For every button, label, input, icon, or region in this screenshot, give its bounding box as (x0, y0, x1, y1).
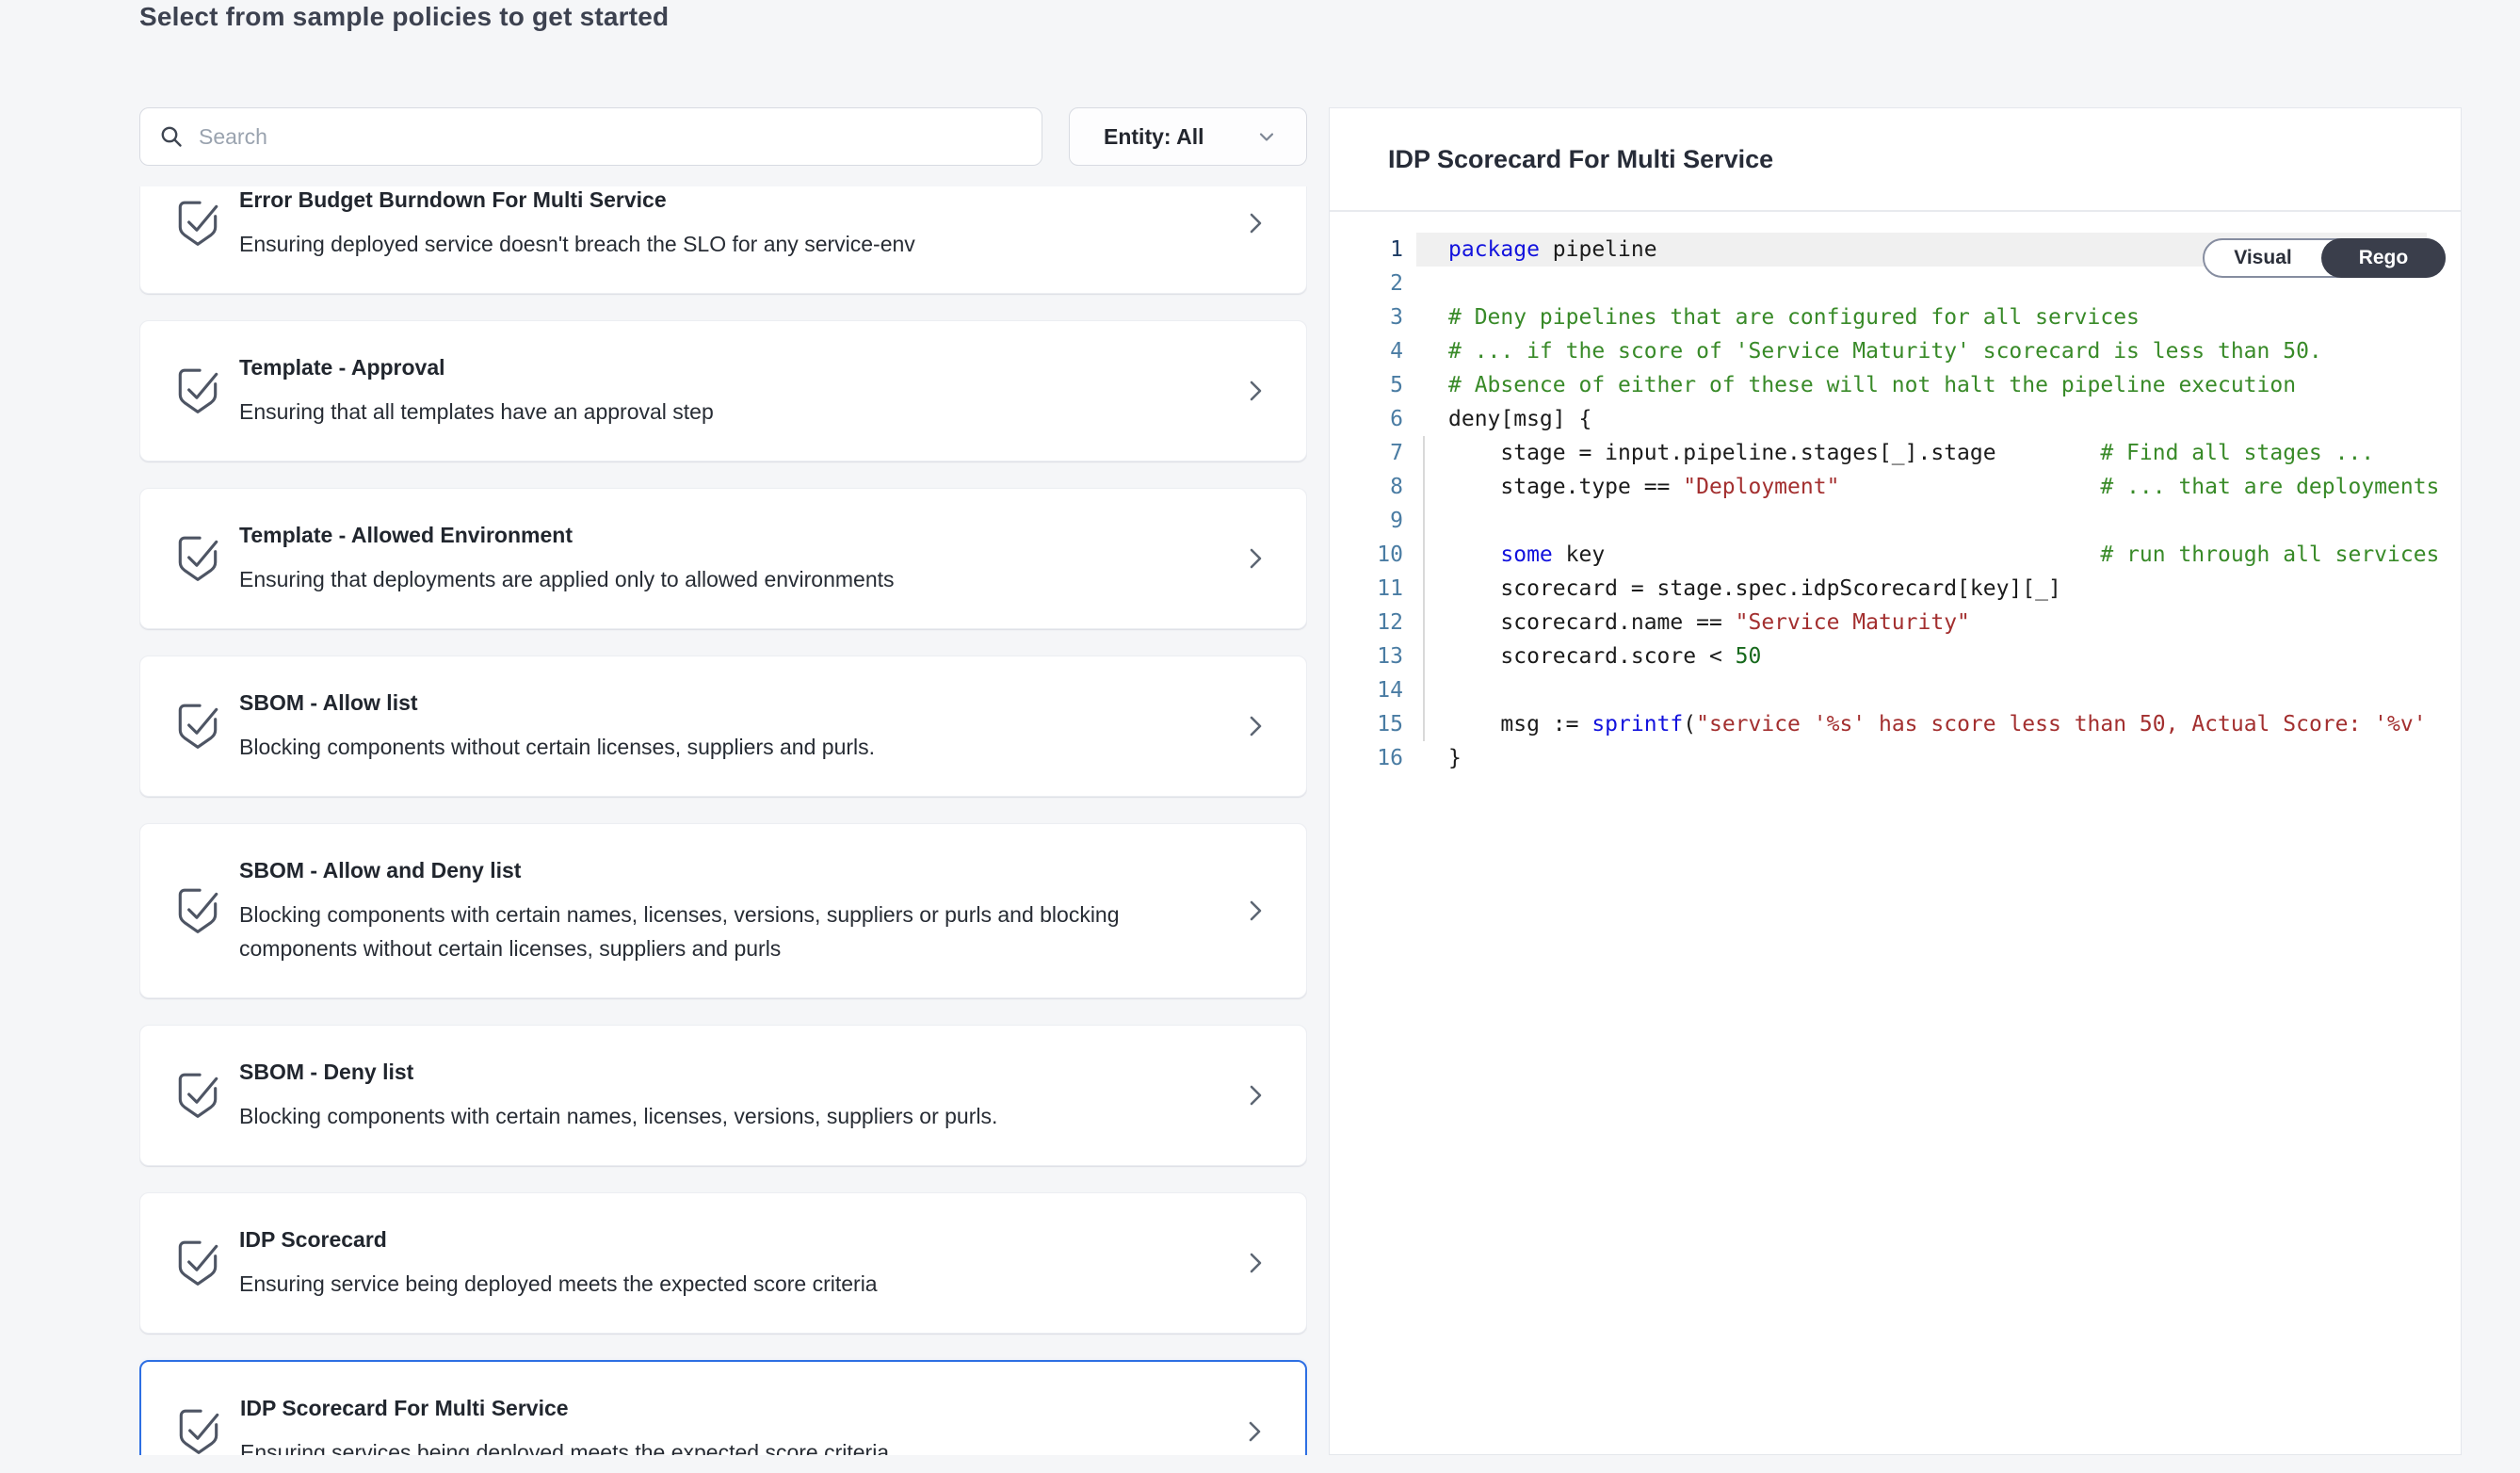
code-line-8: 8 stage.type == "Deployment" # ... that … (1330, 470, 2461, 504)
code-line-12: 12 scorecard.name == "Service Maturity" (1330, 606, 2461, 639)
chevron-right-icon (1243, 1416, 1266, 1447)
line-number: 10 (1330, 538, 1416, 572)
code-line-6: 6deny[msg] { (1330, 402, 2461, 436)
code-line-9: 9 (1330, 504, 2461, 538)
policy-card-3[interactable]: Template - Allowed Environment Ensuring … (139, 488, 1307, 629)
policy-list-column: Entity: All Error Budget Burndown For Mu… (139, 107, 1307, 1455)
rego-code-editor[interactable]: 1package pipeline23# Deny pipelines that… (1330, 212, 2461, 1454)
code-line-3: 3# Deny pipelines that are configured fo… (1330, 300, 2461, 334)
line-number: 8 (1330, 470, 1416, 504)
shield-check-icon (176, 533, 219, 584)
toggle-rego-button[interactable]: Rego (2321, 238, 2446, 278)
policy-card-title: SBOM - Allow list (239, 688, 1221, 717)
chevron-right-icon (1244, 711, 1267, 741)
search-input[interactable] (199, 124, 1023, 150)
code-line-14: 14 (1330, 673, 2461, 707)
policy-card-description: Blocking components with certain names, … (239, 898, 1221, 965)
code-line-4: 4# ... if the score of 'Service Maturity… (1330, 334, 2461, 368)
search-box[interactable] (139, 107, 1042, 166)
policy-list-scroll[interactable]: Error Budget Burndown For Multi Service … (139, 186, 1307, 1455)
code-line-7: 7 stage = input.pipeline.stages[_].stage… (1330, 436, 2461, 470)
policy-card-description: Ensuring deployed service doesn't breach… (239, 227, 1221, 261)
line-number: 11 (1330, 572, 1416, 606)
policy-card-6[interactable]: SBOM - Deny list Blocking components wit… (139, 1025, 1307, 1166)
policy-card-title: SBOM - Deny list (239, 1058, 1221, 1086)
line-number: 14 (1330, 673, 1416, 707)
code-line-11: 11 scorecard = stage.spec.idpScorecard[k… (1330, 572, 2461, 606)
policy-card-description: Blocking components with certain names, … (239, 1099, 1221, 1133)
policy-card-title: SBOM - Allow and Deny list (239, 856, 1221, 884)
line-number: 12 (1330, 606, 1416, 639)
line-number: 2 (1330, 267, 1416, 300)
visual-rego-toggle[interactable]: Visual Rego (2203, 238, 2446, 278)
chevron-right-icon (1244, 1248, 1267, 1278)
line-number: 9 (1330, 504, 1416, 538)
policy-card-title: Template - Allowed Environment (239, 521, 1221, 549)
policy-card-2[interactable]: Template - Approval Ensuring that all te… (139, 320, 1307, 461)
chevron-right-icon (1244, 1080, 1267, 1110)
policy-card-description: Ensuring that all templates have an appr… (239, 395, 1221, 429)
shield-check-icon (176, 1238, 219, 1288)
policy-card-description: Blocking components without certain lice… (239, 730, 1221, 764)
code-line-16: 16} (1330, 741, 2461, 775)
preview-header: IDP Scorecard For Multi Service (1330, 108, 2461, 212)
sample-policies-page: Select from sample policies to get start… (139, 0, 2475, 1473)
shield-check-icon (177, 1406, 220, 1455)
policy-card-title: IDP Scorecard For Multi Service (240, 1394, 1220, 1422)
code-line-13: 13 scorecard.score < 50 (1330, 639, 2461, 673)
policy-card-description: Ensuring that deployments are applied on… (239, 562, 1221, 596)
line-number: 6 (1330, 402, 1416, 436)
code-line-5: 5# Absence of either of these will not h… (1330, 368, 2461, 402)
policy-card-8[interactable]: IDP Scorecard For Multi Service Ensuring… (139, 1360, 1307, 1455)
toggle-visual-button[interactable]: Visual (2205, 240, 2321, 276)
policy-preview-panel: IDP Scorecard For Multi Service Visual R… (1329, 107, 2462, 1455)
search-icon (159, 124, 184, 149)
policy-card-7[interactable]: IDP Scorecard Ensuring service being dep… (139, 1192, 1307, 1334)
policy-card-1[interactable]: Error Budget Burndown For Multi Service … (139, 186, 1307, 294)
preview-title: IDP Scorecard For Multi Service (1388, 145, 1773, 174)
line-number: 1 (1330, 233, 1416, 267)
entity-filter-label: Entity: All (1104, 124, 1203, 150)
chevron-down-icon (1255, 125, 1278, 148)
chevron-right-icon (1244, 208, 1267, 238)
line-number: 5 (1330, 368, 1416, 402)
shield-check-icon (176, 701, 219, 752)
shield-check-icon (176, 1070, 219, 1121)
line-number: 15 (1330, 707, 1416, 741)
line-number: 7 (1330, 436, 1416, 470)
code-line-10: 10 some key # run through all services (1330, 538, 2461, 572)
page-title: Select from sample policies to get start… (139, 0, 2475, 32)
chevron-right-icon (1244, 376, 1267, 406)
entity-filter-dropdown[interactable]: Entity: All (1069, 107, 1307, 166)
shield-check-icon (176, 198, 219, 249)
shield-check-icon (176, 365, 219, 416)
policy-card-description: Ensuring service being deployed meets th… (239, 1267, 1221, 1301)
chevron-right-icon (1244, 896, 1267, 926)
line-number: 3 (1330, 300, 1416, 334)
line-number: 13 (1330, 639, 1416, 673)
shield-check-icon (176, 885, 219, 936)
code-line-15: 15 msg := sprintf("service '%s' has scor… (1330, 707, 2461, 741)
chevron-right-icon (1244, 543, 1267, 574)
indent-guide (1423, 436, 1425, 741)
policy-card-title: IDP Scorecard (239, 1225, 1221, 1254)
policy-card-5[interactable]: SBOM - Allow and Deny list Blocking comp… (139, 823, 1307, 998)
policy-card-title: Template - Approval (239, 353, 1221, 381)
policy-card-title: Error Budget Burndown For Multi Service (239, 186, 1221, 214)
line-number: 16 (1330, 741, 1416, 775)
policy-card-description: Ensuring services being deployed meets t… (240, 1435, 1220, 1455)
policy-card-4[interactable]: SBOM - Allow list Blocking components wi… (139, 656, 1307, 797)
line-number: 4 (1330, 334, 1416, 368)
